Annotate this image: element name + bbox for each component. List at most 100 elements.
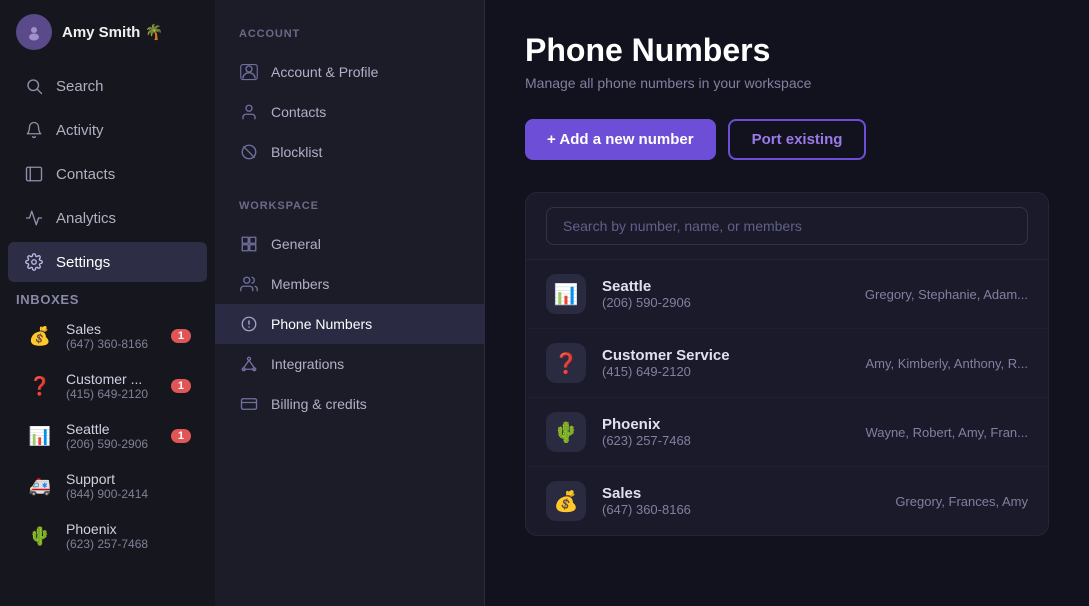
customer-service-phone-name: Customer Service	[602, 347, 849, 364]
support-inbox-name: Support	[66, 471, 191, 487]
phoenix-phone-icon: 🌵	[546, 412, 586, 452]
inbox-item-seattle[interactable]: 📊 Seattle (206) 590-2906 1	[8, 412, 207, 460]
menu-item-general[interactable]: General	[215, 224, 484, 264]
page-subtitle: Manage all phone numbers in your workspa…	[525, 75, 1049, 91]
search-icon	[24, 76, 44, 96]
phone-search-input[interactable]	[546, 207, 1028, 245]
sidebar-item-search[interactable]: Search	[8, 66, 207, 106]
menu-label-integrations: Integrations	[271, 356, 344, 372]
customer-service-phone-number: (415) 649-2120	[602, 364, 849, 379]
sales-phone-name: Sales	[602, 485, 879, 502]
menu-item-account-profile[interactable]: Account & Profile	[215, 52, 484, 92]
menu-item-integrations[interactable]: Integrations	[215, 344, 484, 384]
sales-inbox-number: (647) 360-8166	[66, 337, 161, 351]
user-name: Amy Smith 🌴	[62, 23, 163, 41]
seattle-inbox-number: (206) 590-2906	[66, 437, 161, 451]
sales-phone-info: Sales (647) 360-8166	[602, 485, 879, 517]
phone-icon	[239, 314, 259, 334]
phone-list-container: 📊 Seattle (206) 590-2906 Gregory, Stepha…	[525, 192, 1049, 536]
account-section-header: ACCOUNT	[215, 20, 484, 52]
left-sidebar: Amy Smith 🌴 Search Activity Contacts Ana…	[0, 0, 215, 606]
phoenix-phone-info: Phoenix (623) 257-7468	[602, 416, 849, 448]
menu-item-members[interactable]: Members	[215, 264, 484, 304]
sales-phone-icon: 💰	[546, 481, 586, 521]
phoenix-phone-name: Phoenix	[602, 416, 849, 433]
customer-inbox-icon: ❓	[24, 370, 56, 402]
sales-inbox-icon: 💰	[24, 320, 56, 352]
menu-item-phone-numbers[interactable]: Phone Numbers	[215, 304, 484, 344]
members-icon	[239, 274, 259, 294]
seattle-phone-name: Seattle	[602, 278, 849, 295]
phoenix-phone-members: Wayne, Robert, Amy, Fran...	[865, 425, 1028, 440]
phone-entry-phoenix[interactable]: 🌵 Phoenix (623) 257-7468 Wayne, Robert, …	[526, 398, 1048, 467]
inbox-item-phoenix[interactable]: 🌵 Phoenix (623) 257-7468	[8, 512, 207, 560]
phone-search-bar	[526, 193, 1048, 260]
customer-service-phone-members: Amy, Kimberly, Anthony, R...	[865, 356, 1028, 371]
sales-inbox-badge: 1	[171, 329, 191, 343]
inbox-item-customer[interactable]: ❓ Customer ... (415) 649-2120 1	[8, 362, 207, 410]
phone-entry-customer-service[interactable]: ❓ Customer Service (415) 649-2120 Amy, K…	[526, 329, 1048, 398]
seattle-inbox-info: Seattle (206) 590-2906	[66, 421, 161, 451]
sales-phone-number: (647) 360-8166	[602, 502, 879, 517]
customer-inbox-number: (415) 649-2120	[66, 387, 161, 401]
phone-entry-seattle[interactable]: 📊 Seattle (206) 590-2906 Gregory, Stepha…	[526, 260, 1048, 329]
user-icon	[239, 102, 259, 122]
menu-label-account-profile: Account & Profile	[271, 64, 378, 80]
support-inbox-info: Support (844) 900-2414	[66, 471, 191, 501]
phoenix-inbox-icon: 🌵	[24, 520, 56, 552]
inbox-item-support[interactable]: 🚑 Support (844) 900-2414	[8, 462, 207, 510]
phoenix-inbox-name: Phoenix	[66, 521, 191, 537]
block-icon	[239, 142, 259, 162]
menu-item-contacts[interactable]: Contacts	[215, 92, 484, 132]
support-inbox-icon: 🚑	[24, 470, 56, 502]
menu-label-blocklist: Blocklist	[271, 144, 322, 160]
sidebar-item-contacts[interactable]: Contacts	[8, 154, 207, 194]
building-icon	[239, 234, 259, 254]
billing-icon	[239, 394, 259, 414]
sales-inbox-info: Sales (647) 360-8166	[66, 321, 161, 351]
sidebar-label-settings: Settings	[56, 254, 110, 271]
sidebar-item-activity[interactable]: Activity	[8, 110, 207, 150]
seattle-inbox-name: Seattle	[66, 421, 161, 437]
user-header[interactable]: Amy Smith 🌴	[0, 0, 215, 64]
sidebar-label-search: Search	[56, 78, 104, 95]
settings-icon	[24, 252, 44, 272]
phoenix-phone-number: (623) 257-7468	[602, 433, 849, 448]
menu-item-blocklist[interactable]: Blocklist	[215, 132, 484, 172]
analytics-icon	[24, 208, 44, 228]
contacts-icon	[24, 164, 44, 184]
seattle-inbox-icon: 📊	[24, 420, 56, 452]
workspace-section-header: WORKSPACE	[215, 192, 484, 224]
sidebar-item-settings[interactable]: Settings	[8, 242, 207, 282]
menu-label-billing: Billing & credits	[271, 396, 367, 412]
add-number-button[interactable]: + Add a new number	[525, 119, 716, 160]
sidebar-item-analytics[interactable]: Analytics	[8, 198, 207, 238]
sales-inbox-name: Sales	[66, 321, 161, 337]
inbox-item-sales[interactable]: 💰 Sales (647) 360-8166 1	[8, 312, 207, 360]
sidebar-label-activity: Activity	[56, 122, 104, 139]
avatar	[16, 14, 52, 50]
port-existing-button[interactable]: Port existing	[728, 119, 867, 160]
customer-service-phone-icon: ❓	[546, 343, 586, 383]
phone-entry-sales[interactable]: 💰 Sales (647) 360-8166 Gregory, Frances,…	[526, 467, 1048, 535]
customer-inbox-badge: 1	[171, 379, 191, 393]
user-circle-icon	[239, 62, 259, 82]
phoenix-inbox-info: Phoenix (623) 257-7468	[66, 521, 191, 551]
menu-item-billing[interactable]: Billing & credits	[215, 384, 484, 424]
phoenix-inbox-number: (623) 257-7468	[66, 537, 191, 551]
sidebar-label-contacts: Contacts	[56, 166, 115, 183]
menu-label-phone-numbers: Phone Numbers	[271, 316, 372, 332]
seattle-inbox-badge: 1	[171, 429, 191, 443]
sidebar-label-analytics: Analytics	[56, 210, 116, 227]
middle-panel: ACCOUNT Account & Profile Contacts Block…	[215, 0, 485, 606]
customer-inbox-name: Customer ...	[66, 371, 161, 387]
customer-inbox-info: Customer ... (415) 649-2120	[66, 371, 161, 401]
menu-label-general: General	[271, 236, 321, 252]
bell-icon	[24, 120, 44, 140]
main-content: Phone Numbers Manage all phone numbers i…	[485, 0, 1089, 606]
inboxes-label: Inboxes	[0, 284, 215, 311]
page-title: Phone Numbers	[525, 32, 1049, 69]
seattle-phone-icon: 📊	[546, 274, 586, 314]
menu-label-contacts: Contacts	[271, 104, 326, 120]
support-inbox-number: (844) 900-2414	[66, 487, 191, 501]
